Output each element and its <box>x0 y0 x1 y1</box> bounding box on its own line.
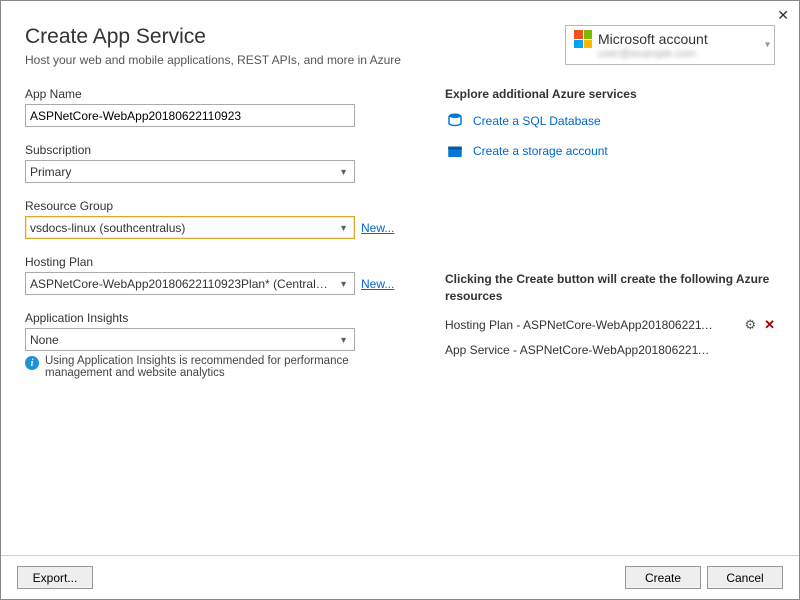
chevron-down-icon: ▼ <box>339 335 350 345</box>
account-name: Microsoft account <box>598 31 708 47</box>
create-storage-link[interactable]: Create a storage account <box>473 144 608 158</box>
hosting-plan-new-link[interactable]: New... <box>361 277 394 291</box>
subscription-label: Subscription <box>25 143 421 157</box>
account-dropdown[interactable]: Microsoft account user@example.com ▾ <box>565 25 775 65</box>
hosting-plan-label: Hosting Plan <box>25 255 421 269</box>
resource-app-service: App Service - ASPNetCore-WebApp201806221… <box>445 343 715 357</box>
storage-account-icon <box>445 141 465 161</box>
sql-database-icon: SQL <box>445 111 465 131</box>
cancel-button[interactable]: Cancel <box>707 566 783 589</box>
export-button[interactable]: Export... <box>17 566 93 589</box>
account-email: user@example.com <box>598 48 756 60</box>
info-icon: i <box>25 356 39 370</box>
resource-group-dropdown[interactable]: vsdocs-linux (southcentralus) ▼ <box>25 216 355 239</box>
app-name-input[interactable] <box>25 104 355 127</box>
app-insights-dropdown[interactable]: None ▼ <box>25 328 355 351</box>
explore-heading: Explore additional Azure services <box>445 87 775 101</box>
chevron-down-icon: ▼ <box>339 279 350 289</box>
page-subtitle: Host your web and mobile applications, R… <box>25 53 401 67</box>
svg-text:SQL: SQL <box>451 117 459 121</box>
gear-icon[interactable]: ⚙ <box>744 317 756 333</box>
resource-hosting-plan: Hosting Plan - ASPNetCore-WebApp20180622… <box>445 318 715 332</box>
resource-group-label: Resource Group <box>25 199 421 213</box>
microsoft-logo-icon <box>574 30 592 48</box>
resource-group-value: vsdocs-linux (southcentralus) <box>30 221 185 235</box>
subscription-value: Primary <box>30 165 71 179</box>
chevron-down-icon: ▼ <box>339 167 350 177</box>
app-insights-note: Using Application Insights is recommende… <box>45 355 355 379</box>
chevron-down-icon: ▾ <box>765 40 770 51</box>
subscription-dropdown[interactable]: Primary ▼ <box>25 160 355 183</box>
hosting-plan-dropdown[interactable]: ASPNetCore-WebApp20180622110923Plan* (Ce… <box>25 272 355 295</box>
app-name-label: App Name <box>25 87 421 101</box>
create-sql-link[interactable]: Create a SQL Database <box>473 114 601 128</box>
chevron-down-icon: ▼ <box>339 223 350 233</box>
resource-group-new-link[interactable]: New... <box>361 221 394 235</box>
app-insights-value: None <box>30 333 59 347</box>
create-button[interactable]: Create <box>625 566 701 589</box>
delete-icon[interactable]: ✕ <box>764 317 775 333</box>
page-title: Create App Service <box>25 25 401 49</box>
app-insights-label: Application Insights <box>25 311 421 325</box>
close-icon[interactable]: ✕ <box>777 7 789 24</box>
summary-heading: Clicking the Create button will create t… <box>445 271 775 305</box>
hosting-plan-value: ASPNetCore-WebApp20180622110923Plan* (Ce… <box>30 277 330 291</box>
